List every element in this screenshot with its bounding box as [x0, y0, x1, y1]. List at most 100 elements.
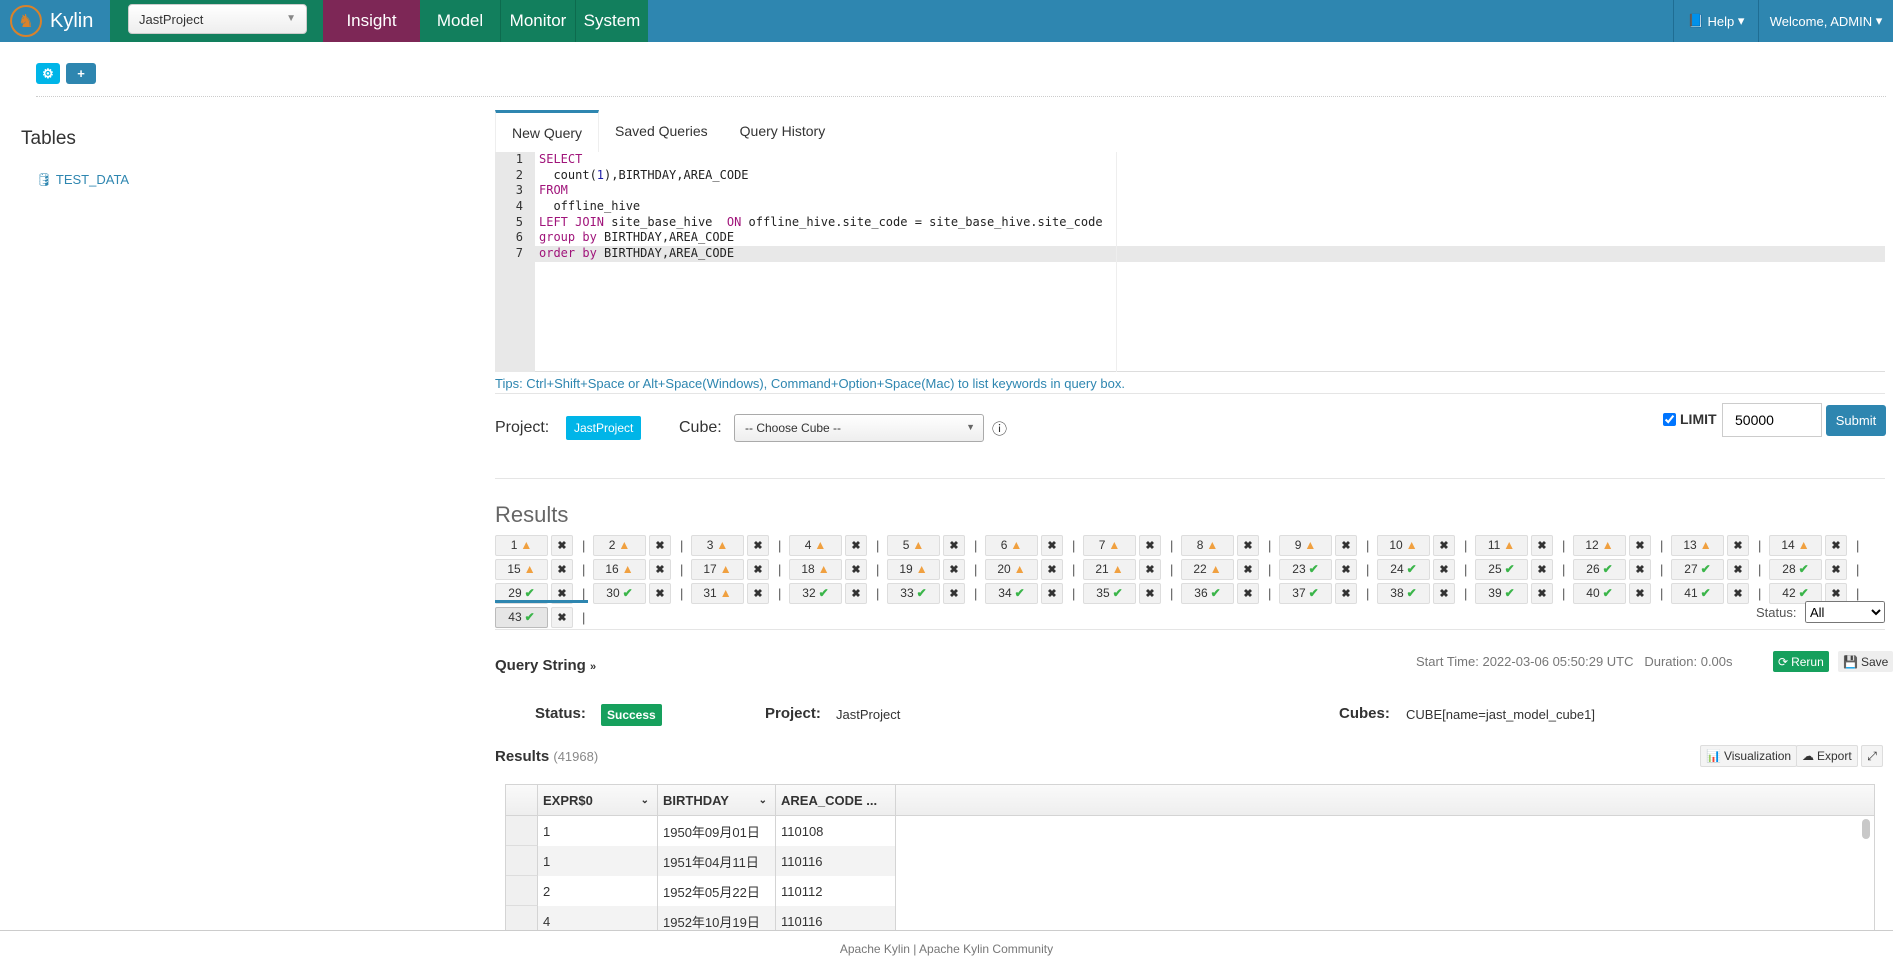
remove-result-button[interactable]: ✖ [649, 582, 671, 604]
nav-system[interactable]: System [575, 0, 648, 42]
remove-result-button[interactable]: ✖ [1531, 582, 1553, 604]
table-row[interactable]: 1 1951年04月11日 110116 [506, 846, 1874, 876]
code-line[interactable]: offline_hive [535, 199, 1885, 215]
result-button-31[interactable]: 31 ▲ [691, 582, 744, 604]
result-button-23[interactable]: 23 ✔ [1279, 558, 1332, 580]
nav-insight[interactable]: Insight [323, 0, 420, 42]
result-button-19[interactable]: 19 ▲ [887, 558, 940, 580]
code-line[interactable]: count(1),BIRTHDAY,AREA_CODE [535, 168, 1885, 184]
footer-link-community[interactable]: Apache Kylin Community [919, 942, 1053, 956]
sort-chevron-icon[interactable]: ⌄ [759, 795, 767, 806]
remove-result-button[interactable]: ✖ [943, 582, 965, 604]
remove-result-button[interactable]: ✖ [1629, 534, 1651, 556]
remove-result-button[interactable]: ✖ [845, 558, 867, 580]
code-line[interactable]: group by BIRTHDAY,AREA_CODE [535, 230, 1885, 246]
result-button-38[interactable]: 38 ✔ [1377, 582, 1430, 604]
remove-result-button[interactable]: ✖ [943, 534, 965, 556]
result-button-8[interactable]: 8 ▲ [1181, 534, 1234, 556]
table-row[interactable]: 2 1952年05月22日 110112 [506, 876, 1874, 906]
info-icon[interactable]: ⓘ [992, 418, 1007, 439]
result-button-14[interactable]: 14 ▲ [1769, 534, 1822, 556]
remove-result-button[interactable]: ✖ [943, 558, 965, 580]
remove-result-button[interactable]: ✖ [1041, 534, 1063, 556]
result-button-1[interactable]: 1 ▲ [495, 534, 548, 556]
result-button-25[interactable]: 25 ✔ [1475, 558, 1528, 580]
remove-result-button[interactable]: ✖ [1825, 558, 1847, 580]
code-area[interactable]: SELECT count(1),BIRTHDAY,AREA_CODE FROM o… [535, 152, 1885, 262]
nav-monitor[interactable]: Monitor [500, 0, 575, 42]
limit-toggle[interactable]: LIMIT [1663, 411, 1717, 427]
result-button-20[interactable]: 20 ▲ [985, 558, 1038, 580]
remove-result-button[interactable]: ✖ [1237, 582, 1259, 604]
user-menu[interactable]: Welcome, ADMIN ▾ [1758, 0, 1893, 42]
result-button-39[interactable]: 39 ✔ [1475, 582, 1528, 604]
result-button-40[interactable]: 40 ✔ [1573, 582, 1626, 604]
remove-result-button[interactable]: ✖ [649, 558, 671, 580]
result-button-43[interactable]: 43 ✔ [495, 606, 548, 628]
code-line[interactable]: order by BIRTHDAY,AREA_CODE [535, 246, 1885, 262]
remove-result-button[interactable]: ✖ [1139, 582, 1161, 604]
table-row[interactable]: 4 1952年10月19日 110116 [506, 906, 1874, 930]
result-button-11[interactable]: 11 ▲ [1475, 534, 1528, 556]
code-line[interactable]: LEFT JOIN site_base_hive ON offline_hive… [535, 215, 1885, 231]
remove-result-button[interactable]: ✖ [1237, 558, 1259, 580]
query-string-toggle[interactable]: Query String » [495, 657, 596, 674]
tab-query-history[interactable]: Query History [724, 110, 842, 152]
remove-result-button[interactable]: ✖ [649, 534, 671, 556]
column-header-area-code[interactable]: AREA_CODE ... [776, 785, 896, 815]
result-button-28[interactable]: 28 ✔ [1769, 558, 1822, 580]
help-menu[interactable]: 📘 Help ▾ [1673, 0, 1758, 42]
result-button-37[interactable]: 37 ✔ [1279, 582, 1332, 604]
result-button-15[interactable]: 15 ▲ [495, 558, 548, 580]
result-button-22[interactable]: 22 ▲ [1181, 558, 1234, 580]
result-button-6[interactable]: 6 ▲ [985, 534, 1038, 556]
grid-scrollbar[interactable] [1862, 819, 1870, 839]
result-button-4[interactable]: 4 ▲ [789, 534, 842, 556]
remove-result-button[interactable]: ✖ [845, 534, 867, 556]
remove-result-button[interactable]: ✖ [1139, 558, 1161, 580]
remove-result-button[interactable]: ✖ [1041, 558, 1063, 580]
result-button-18[interactable]: 18 ▲ [789, 558, 842, 580]
result-button-27[interactable]: 27 ✔ [1671, 558, 1724, 580]
remove-result-button[interactable]: ✖ [551, 606, 573, 628]
remove-result-button[interactable]: ✖ [845, 582, 867, 604]
status-filter-select[interactable]: All [1805, 601, 1885, 623]
remove-result-button[interactable]: ✖ [1531, 534, 1553, 556]
nav-model[interactable]: Model [420, 0, 500, 42]
remove-result-button[interactable]: ✖ [1531, 558, 1553, 580]
result-button-17[interactable]: 17 ▲ [691, 558, 744, 580]
result-button-16[interactable]: 16 ▲ [593, 558, 646, 580]
cube-select[interactable]: -- Choose Cube -- ▼ [734, 414, 984, 442]
footer-link-kylin[interactable]: Apache Kylin [840, 942, 910, 956]
column-header-expr[interactable]: EXPR$0 ⌄ [538, 785, 658, 815]
sql-editor[interactable]: 1234567 SELECT count(1),BIRTHDAY,AREA_CO… [495, 152, 1885, 372]
remove-result-button[interactable]: ✖ [1727, 558, 1749, 580]
result-button-5[interactable]: 5 ▲ [887, 534, 940, 556]
result-button-7[interactable]: 7 ▲ [1083, 534, 1136, 556]
result-button-30[interactable]: 30 ✔ [593, 582, 646, 604]
tab-saved-queries[interactable]: Saved Queries [599, 110, 724, 152]
rerun-button[interactable]: ⟳ Rerun [1773, 651, 1829, 672]
result-button-9[interactable]: 9 ▲ [1279, 534, 1332, 556]
remove-result-button[interactable]: ✖ [1433, 558, 1455, 580]
code-line[interactable]: SELECT [535, 152, 1885, 168]
limit-checkbox[interactable] [1663, 412, 1676, 426]
code-line[interactable]: FROM [535, 183, 1885, 199]
remove-result-button[interactable]: ✖ [1139, 534, 1161, 556]
result-button-13[interactable]: 13 ▲ [1671, 534, 1724, 556]
submit-button[interactable]: Submit [1826, 405, 1886, 436]
limit-input[interactable] [1722, 403, 1822, 437]
result-button-3[interactable]: 3 ▲ [691, 534, 744, 556]
remove-result-button[interactable]: ✖ [1727, 582, 1749, 604]
fullscreen-button[interactable]: ⤢ [1861, 745, 1883, 767]
remove-result-button[interactable]: ✖ [747, 582, 769, 604]
remove-result-button[interactable]: ✖ [1825, 534, 1847, 556]
result-button-2[interactable]: 2 ▲ [593, 534, 646, 556]
remove-result-button[interactable]: ✖ [1629, 558, 1651, 580]
add-button[interactable]: + [66, 63, 96, 84]
tab-new-query[interactable]: New Query [495, 110, 600, 152]
remove-result-button[interactable]: ✖ [551, 534, 573, 556]
result-button-41[interactable]: 41 ✔ [1671, 582, 1724, 604]
remove-result-button[interactable]: ✖ [551, 558, 573, 580]
settings-button[interactable]: ⚙ [36, 63, 60, 84]
